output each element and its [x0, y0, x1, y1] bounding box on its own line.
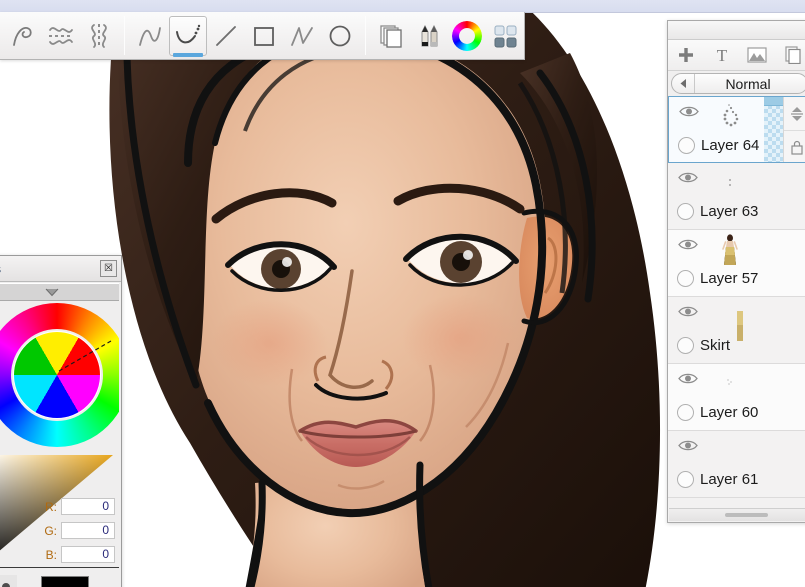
tool-ellipse[interactable]	[321, 16, 359, 56]
eye-icon[interactable]	[679, 105, 699, 123]
layer-name: Layer 63	[700, 203, 759, 220]
layer-row-63[interactable]: Layer 63	[668, 163, 805, 230]
layers-panel[interactable]: T Normal Layer 64 Layer 63 Layer 57 Skir…	[667, 20, 805, 523]
b-input[interactable]: 0	[61, 546, 115, 563]
color-wheel-inner[interactable]	[13, 331, 101, 419]
colors-panel-title: rs	[0, 262, 1, 276]
g-label: G:	[44, 523, 57, 538]
layer-row-57[interactable]: Layer 57	[668, 230, 805, 297]
tool-mirror-horizontal[interactable]	[42, 16, 80, 56]
eye-icon[interactable]	[678, 171, 698, 189]
tool-line[interactable]	[207, 16, 245, 56]
layers-scrollbar[interactable]	[669, 508, 805, 521]
shade-triangle-widget[interactable]: R: 0 G: 0 B: 0	[0, 455, 119, 563]
tool-color-wheel[interactable]	[448, 16, 486, 56]
duplicate-layer-button[interactable]	[775, 41, 805, 69]
text-layer-button[interactable]: T	[704, 41, 740, 69]
layer-name: Layer 64	[701, 137, 760, 154]
eye-icon[interactable]	[678, 305, 698, 323]
rgb-row-g: G: 0	[37, 521, 115, 540]
layer-list[interactable]: Layer 64 Layer 63 Layer 57 Skirt Layer 6…	[668, 96, 805, 508]
layers-scrollbar-thumb[interactable]	[725, 513, 768, 517]
layer-row-skirt[interactable]: Skirt	[668, 297, 805, 364]
tool-brushes-pencils[interactable]	[410, 16, 448, 56]
layer-name: Layer 57	[700, 270, 759, 287]
layer-row-61[interactable]: Layer 61	[668, 431, 805, 498]
image-layer-button[interactable]	[740, 41, 776, 69]
layer-select-radio[interactable]	[677, 337, 694, 354]
color-wheel-widget[interactable]	[0, 301, 119, 449]
app-window: rs ☒	[0, 0, 805, 587]
eye-icon[interactable]	[678, 372, 698, 390]
layers-panel-grip[interactable]	[668, 21, 805, 40]
b-label: B:	[45, 547, 57, 562]
tool-freehand-curve[interactable]	[131, 16, 169, 56]
layer-thumbnail	[710, 234, 750, 268]
current-color-swatch[interactable]	[41, 576, 89, 587]
blend-mode-row[interactable]: Normal	[668, 71, 805, 97]
blend-mode-value: Normal	[725, 75, 771, 92]
tool-polyline[interactable]	[283, 16, 321, 56]
r-label: R:	[45, 499, 57, 514]
layer-side-buttons[interactable]	[783, 97, 805, 165]
r-input[interactable]: 0	[61, 498, 115, 515]
layer-row-60[interactable]: Layer 60	[668, 364, 805, 431]
toolbar-group-panels	[368, 12, 528, 59]
eye-icon[interactable]	[678, 439, 698, 457]
toolbar-separator-2	[365, 16, 366, 55]
colors-panel-titlebar[interactable]: rs ☒	[0, 256, 121, 282]
tool-layers-stack[interactable]	[372, 16, 410, 56]
close-icon[interactable]: ☒	[100, 260, 117, 277]
layer-row-64[interactable]: Layer 64	[668, 96, 805, 165]
layer-name: Layer 61	[700, 471, 759, 488]
layer-thumbnail	[710, 368, 750, 402]
layer-name: Layer 60	[700, 404, 759, 421]
tool-curl-stroke[interactable]	[4, 16, 42, 56]
layers-panel-toolbar[interactable]: T	[668, 40, 805, 71]
tool-toolbar[interactable]	[0, 12, 525, 60]
lock-alpha-icon[interactable]	[784, 131, 805, 165]
tool-panels-grid[interactable]	[486, 16, 524, 56]
chevron-left-icon[interactable]	[672, 74, 695, 93]
rgb-row-r: R: 0	[37, 497, 115, 516]
chevron-down-icon[interactable]	[0, 283, 119, 301]
layer-thumbnail	[711, 101, 751, 135]
rgb-fields[interactable]: R: 0 G: 0 B: 0	[37, 497, 115, 563]
layer-select-radio[interactable]	[677, 203, 694, 220]
tool-bezier-curve[interactable]	[169, 15, 207, 57]
svg-text:T: T	[716, 46, 727, 64]
layer-alpha-strip[interactable]	[764, 97, 784, 162]
layer-select-radio[interactable]	[677, 270, 694, 287]
add-layer-button[interactable]	[668, 41, 704, 69]
layer-select-radio[interactable]	[678, 137, 695, 154]
eye-icon[interactable]	[678, 238, 698, 256]
layer-select-radio[interactable]	[677, 404, 694, 421]
layer-thumbnail	[710, 167, 750, 201]
color-swatch-bar	[0, 567, 119, 587]
tool-rectangle[interactable]	[245, 16, 283, 56]
g-input[interactable]: 0	[61, 522, 115, 539]
rgb-row-b: B: 0	[37, 545, 115, 563]
reorder-arrows-icon[interactable]	[784, 97, 805, 131]
toolbar-group-shapes	[127, 12, 363, 59]
tool-mirror-vertical[interactable]	[80, 16, 118, 56]
toolbar-group-symmetry	[0, 12, 122, 59]
layer-name: Skirt	[700, 337, 730, 354]
eyedropper-icon[interactable]	[0, 575, 17, 587]
blend-mode-select[interactable]: Normal	[671, 73, 805, 94]
toolbar-separator-1	[124, 16, 125, 55]
colors-panel[interactable]: rs ☒	[0, 255, 122, 587]
layer-select-radio[interactable]	[677, 471, 694, 488]
